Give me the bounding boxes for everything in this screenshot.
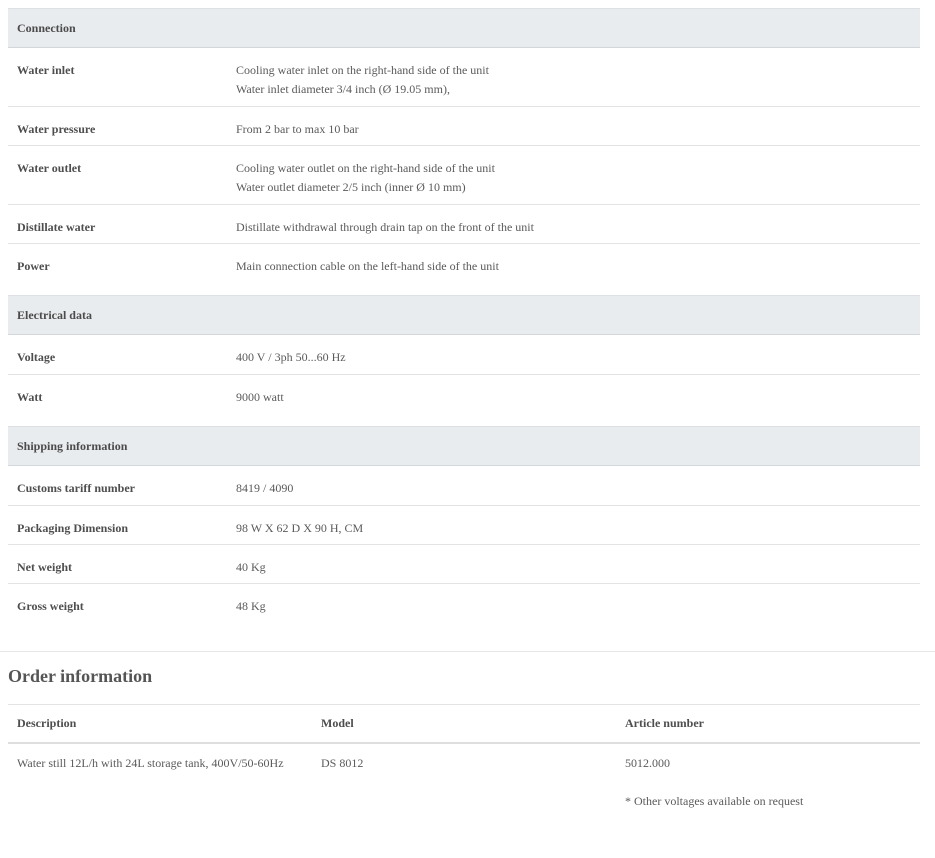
spec-value: 8419 / 4090: [236, 466, 920, 505]
spec-label: Watt: [17, 390, 43, 404]
spec-row-watt: Watt 9000 watt: [8, 375, 920, 414]
spec-label: Water inlet: [17, 63, 75, 77]
section-title: Connection: [17, 20, 76, 35]
section-header-connection: Connection: [8, 8, 920, 48]
spec-value: 9000 watt: [236, 375, 920, 414]
spec-value-line: Main connection cable on the left-hand s…: [236, 259, 499, 273]
order-article-number: 5012.000: [625, 755, 670, 770]
order-description: Water still 12L/h with 24L storage tank,…: [17, 755, 284, 770]
specifications-table: Connection Water inlet Cooling water inl…: [8, 8, 920, 624]
section-header-electrical: Electrical data: [8, 295, 920, 335]
section-title: Electrical data: [17, 307, 92, 322]
spec-value: 400 V / 3ph 50...60 Hz: [236, 335, 920, 374]
spec-value-line: 48 Kg: [236, 599, 266, 613]
spec-value: Main connection cable on the left-hand s…: [236, 244, 920, 283]
spec-value-line: 40 Kg: [236, 560, 266, 574]
order-information-title: Order information: [8, 666, 153, 686]
spec-label: Voltage: [17, 350, 56, 364]
spec-row-net-weight: Net weight 40 Kg: [8, 545, 920, 584]
spec-value-line: Cooling water inlet on the right-hand si…: [236, 63, 489, 77]
spec-row-packaging-dimension: Packaging Dimension 98 W X 62 D X 90 H, …: [8, 506, 920, 545]
spec-value-line: 9000 watt: [236, 390, 284, 404]
spec-value-line: Water inlet diameter 3/4 inch (Ø 19.05 m…: [236, 82, 450, 96]
spec-row-water-outlet: Water outlet Cooling water outlet on the…: [8, 146, 920, 205]
spec-row-water-inlet: Water inlet Cooling water inlet on the r…: [8, 48, 920, 107]
spec-label: Packaging Dimension: [17, 521, 129, 535]
spec-row-customs-tariff: Customs tariff number 8419 / 4090: [8, 466, 920, 506]
spec-value-line: 8419 / 4090: [236, 481, 294, 495]
spec-value-line: 98 W X 62 D X 90 H, CM: [236, 521, 364, 535]
voltage-footnote: * Other voltages available on request: [625, 794, 804, 808]
order-table: Description Model Article number Water s…: [8, 704, 920, 782]
spec-label: Net weight: [17, 560, 72, 574]
spec-value-line: From 2 bar to max 10 bar: [236, 122, 359, 136]
order-model: DS 8012: [321, 755, 364, 770]
spec-row-gross-weight: Gross weight 48 Kg: [8, 584, 920, 624]
spec-label: Water pressure: [17, 122, 96, 136]
spec-label: Water outlet: [17, 161, 82, 175]
spec-label: Gross weight: [17, 599, 84, 613]
spec-label: Customs tariff number: [17, 481, 135, 495]
spec-value-line: Distillate withdrawal through drain tap …: [236, 220, 534, 234]
table-row: Water still 12L/h with 24L storage tank,…: [8, 744, 920, 782]
column-header-article-number: Article number: [625, 716, 704, 730]
spec-value: 98 W X 62 D X 90 H, CM: [236, 506, 920, 544]
spec-row-power: Power Main connection cable on the left-…: [8, 244, 920, 283]
spec-value: 40 Kg: [236, 545, 920, 583]
column-header-model: Model: [321, 716, 354, 730]
spec-value: Cooling water outlet on the right-hand s…: [236, 146, 920, 204]
spec-value: Cooling water inlet on the right-hand si…: [236, 48, 920, 106]
spec-value: 48 Kg: [236, 584, 920, 624]
spec-value-line: Water outlet diameter 2/5 inch (inner Ø …: [236, 180, 466, 194]
spec-row-water-pressure: Water pressure From 2 bar to max 10 bar: [8, 107, 920, 146]
column-header-description: Description: [17, 716, 77, 730]
spec-label: Power: [17, 259, 50, 273]
spec-label: Distillate water: [17, 220, 96, 234]
order-table-header: Description Model Article number: [8, 704, 920, 744]
spec-row-voltage: Voltage 400 V / 3ph 50...60 Hz: [8, 335, 920, 375]
section-title: Shipping information: [17, 438, 128, 453]
section-divider: [0, 651, 935, 652]
spec-value: Distillate withdrawal through drain tap …: [236, 205, 920, 243]
spec-row-distillate-water: Distillate water Distillate withdrawal t…: [8, 205, 920, 244]
spec-value-line: Cooling water outlet on the right-hand s…: [236, 161, 495, 175]
spec-value: From 2 bar to max 10 bar: [236, 107, 920, 145]
section-header-shipping: Shipping information: [8, 426, 920, 466]
spec-value-line: 400 V / 3ph 50...60 Hz: [236, 350, 346, 364]
